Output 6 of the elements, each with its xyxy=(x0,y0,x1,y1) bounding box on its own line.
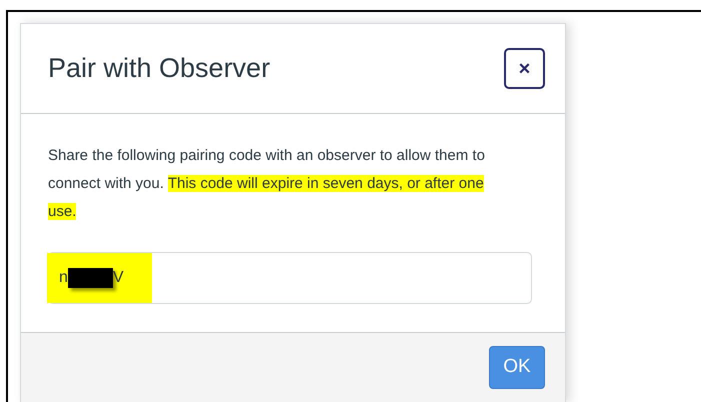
code-field[interactable]: n V xyxy=(48,252,532,304)
dialog-title: Pair with Observer xyxy=(48,52,270,86)
pairing-message: Share the following pairing code with an observer to allow them to connect with you. This code will expire in seven days, or after one use. xyxy=(48,146,486,222)
code-value-end: V xyxy=(112,268,124,288)
code-value-start: n xyxy=(59,268,68,288)
close-button[interactable]: × xyxy=(504,48,545,89)
